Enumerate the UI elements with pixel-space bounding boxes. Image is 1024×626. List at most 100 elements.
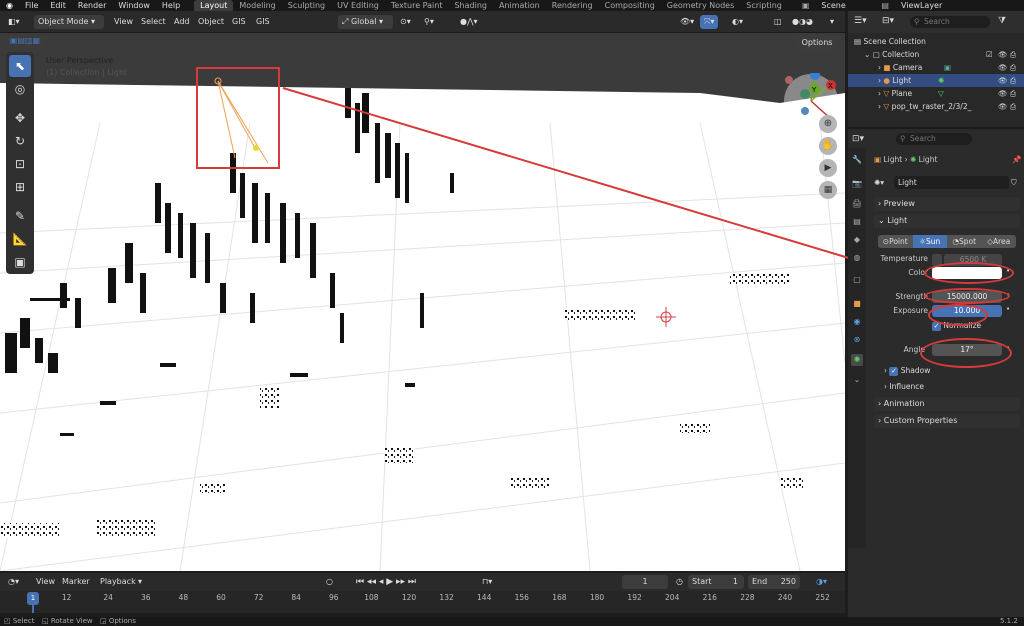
timeline-ruler[interactable]: 12 24 36 48 60 72 84 96 108 120 132 144 156 168 180 192… bbox=[0, 591, 845, 613]
light-type-sun[interactable]: ☼Sun bbox=[912, 235, 947, 248]
proportional-edit-icon[interactable]: ●⋀▾ bbox=[456, 15, 482, 29]
tab-shading[interactable]: Shading bbox=[448, 0, 493, 11]
blender-logo-icon[interactable]: ◉ bbox=[0, 0, 19, 11]
measure-tool-icon[interactable]: 📐 bbox=[9, 228, 31, 250]
menu-file[interactable]: File bbox=[19, 0, 44, 11]
outliner-editor-icon[interactable]: ☰▾ bbox=[854, 16, 867, 26]
timeline-menu-view[interactable]: View bbox=[32, 575, 59, 589]
constraints-tab-icon[interactable]: ⊗ bbox=[851, 334, 863, 346]
camera-view-icon[interactable]: ▶ bbox=[819, 159, 837, 177]
tab-modeling[interactable]: Modeling bbox=[233, 0, 281, 11]
shading-solid-icon[interactable]: ●◑◕ bbox=[788, 15, 817, 29]
tabs-more-icon[interactable]: ⌄ bbox=[851, 374, 863, 386]
scene-selector[interactable]: Scene bbox=[815, 0, 875, 11]
outliner-funnel-icon[interactable]: ⧩ bbox=[998, 16, 1006, 26]
menu-object[interactable]: Object bbox=[194, 15, 228, 29]
menu-view[interactable]: View bbox=[110, 15, 137, 29]
light-type-point[interactable]: ⊙Point bbox=[878, 235, 913, 248]
shadow-checkbox-icon[interactable]: ✓ bbox=[889, 367, 899, 376]
shading-dropdown-icon[interactable]: ▾ bbox=[826, 15, 838, 29]
world-tab-icon[interactable]: ◍ bbox=[851, 252, 863, 264]
outliner-row-camera[interactable]: › ■ Camera ▣ 👁 ⎙ bbox=[848, 61, 1024, 74]
render-camera-icon[interactable]: ⎙ bbox=[1010, 100, 1016, 113]
menu-edit[interactable]: Edit bbox=[44, 0, 72, 11]
snap-icon[interactable]: ⚲▾ bbox=[420, 15, 438, 29]
menu-select[interactable]: Select bbox=[137, 15, 170, 29]
collection-tab-icon[interactable]: ▢ bbox=[851, 274, 863, 286]
editor-type-icon[interactable]: ◧▾ bbox=[4, 15, 24, 29]
menu-window[interactable]: Window bbox=[112, 0, 156, 11]
menu-render[interactable]: Render bbox=[72, 0, 112, 11]
panel-influence[interactable]: › Influence bbox=[884, 380, 1018, 393]
tab-rendering[interactable]: Rendering bbox=[546, 0, 599, 11]
pin-icon[interactable]: 📌 bbox=[1012, 154, 1021, 166]
menu-gis-2[interactable]: GIS bbox=[252, 15, 274, 29]
visibility-eye-icon[interactable]: 👁 bbox=[998, 48, 1008, 61]
properties-search-input[interactable]: ⚲ Search bbox=[896, 133, 972, 145]
light-type-spot[interactable]: ◔Spot bbox=[947, 235, 982, 248]
panel-custom-properties[interactable]: › Custom Properties bbox=[874, 414, 1020, 428]
3d-viewport[interactable]: User Perspective (1) Collection | Light … bbox=[0, 33, 845, 571]
render-tab-icon[interactable]: 📷 bbox=[851, 178, 863, 190]
add-cube-tool-icon[interactable]: ▣ bbox=[9, 251, 31, 273]
tab-uv-editing[interactable]: UV Editing bbox=[331, 0, 385, 11]
playback-controls[interactable]: ⏮ ◂◂ ◂ ▶ ▸▸ ⏭ bbox=[352, 575, 420, 589]
panel-preview[interactable]: › Preview bbox=[874, 197, 1020, 211]
overlay-icon[interactable]: ◐▾ bbox=[728, 15, 747, 29]
start-frame-field[interactable]: Start 1 bbox=[688, 575, 744, 589]
datablock-field[interactable]: Light bbox=[894, 176, 1009, 189]
timer-icon[interactable]: ◷ bbox=[672, 575, 687, 589]
filter-icon[interactable]: ⊟▾ bbox=[882, 16, 894, 26]
render-camera-icon[interactable]: ⎙ bbox=[1010, 74, 1016, 87]
menu-help[interactable]: Help bbox=[156, 0, 186, 11]
menu-gis-1[interactable]: GIS bbox=[228, 15, 250, 29]
exclude-checkbox-icon[interactable]: ☑ bbox=[986, 48, 993, 61]
move-tool-icon[interactable]: ✥ bbox=[9, 107, 31, 129]
tab-animation[interactable]: Animation bbox=[493, 0, 546, 11]
pan-icon[interactable]: ✋ bbox=[819, 137, 837, 155]
visibility-eye-icon[interactable]: 👁 bbox=[998, 74, 1008, 87]
scale-tool-icon[interactable]: ⊡ bbox=[9, 153, 31, 175]
xray-icon[interactable]: ◫ bbox=[770, 15, 786, 29]
tab-layout[interactable]: Layout bbox=[194, 0, 234, 11]
view-layer-icon[interactable]: ▤ bbox=[875, 0, 895, 11]
outliner-row-plane[interactable]: › ▽ Plane ▽ 👁 ⎙ bbox=[848, 87, 1024, 100]
outliner-row-raster[interactable]: › ▽ pop_tw_raster_2/3/2_ 👁 ⎙ bbox=[848, 100, 1024, 113]
keying-icon[interactable]: ⊓▾ bbox=[478, 575, 496, 589]
tool-tab-icon[interactable]: 🔧 bbox=[851, 154, 863, 166]
light-data-tab-icon[interactable]: ✺ bbox=[851, 354, 863, 366]
datablock-selector[interactable]: ✺▾ Light ⛉ bbox=[874, 176, 1020, 189]
gizmo-toggle-icon[interactable]: ⤧▾ bbox=[700, 15, 719, 29]
outliner-row-scene-collection[interactable]: ▤ Scene Collection bbox=[848, 35, 1024, 48]
scene-icon[interactable]: ▣ bbox=[796, 0, 816, 11]
annotate-tool-icon[interactable]: ✎ bbox=[9, 205, 31, 227]
record-icon[interactable]: ○ bbox=[322, 575, 337, 589]
orientation-selector[interactable]: ⤢ Global ▾ bbox=[338, 15, 393, 29]
tab-sculpting[interactable]: Sculpting bbox=[282, 0, 331, 11]
light-type-area[interactable]: ◇Area bbox=[981, 235, 1016, 248]
tab-texture-paint[interactable]: Texture Paint bbox=[385, 0, 449, 11]
options-button[interactable]: Options bbox=[796, 36, 838, 50]
tab-geometry-nodes[interactable]: Geometry Nodes bbox=[661, 0, 740, 11]
properties-editor-icon[interactable]: ⊡▾ bbox=[852, 134, 864, 144]
current-frame-field[interactable]: 1 bbox=[622, 575, 668, 589]
visibility-eye-icon[interactable]: 👁 bbox=[998, 100, 1008, 113]
zoom-icon[interactable]: ⊕ bbox=[819, 115, 837, 133]
playback-dropdown-icon[interactable]: ▾ bbox=[134, 575, 146, 589]
render-camera-icon[interactable]: ⎙ bbox=[1010, 48, 1016, 61]
select-box-tool-icon[interactable]: ⬉ bbox=[9, 55, 31, 77]
menu-add[interactable]: Add bbox=[170, 15, 194, 29]
ortho-toggle-icon[interactable]: ▦ bbox=[819, 181, 837, 199]
pivot-icon[interactable]: ⊙▾ bbox=[396, 15, 415, 29]
mode-selector[interactable]: Object Mode ▾ bbox=[34, 15, 104, 29]
view-layer-tab-icon[interactable]: ▤ bbox=[851, 216, 863, 228]
render-camera-icon[interactable]: ⎙ bbox=[1010, 87, 1016, 100]
panel-animation[interactable]: › Animation bbox=[874, 397, 1020, 411]
view-layer-selector[interactable]: ViewLayer bbox=[895, 0, 948, 11]
tab-compositing[interactable]: Compositing bbox=[599, 0, 661, 11]
visibility-eye-icon[interactable]: 👁 bbox=[998, 61, 1008, 74]
select-mode-icons[interactable]: ▣▤▥▦ bbox=[6, 35, 44, 47]
playhead[interactable]: 1 bbox=[27, 592, 39, 605]
keyframe-dot-icon[interactable]: • bbox=[1006, 305, 1010, 313]
outliner-search-input[interactable]: ⚲ Search bbox=[910, 16, 990, 28]
